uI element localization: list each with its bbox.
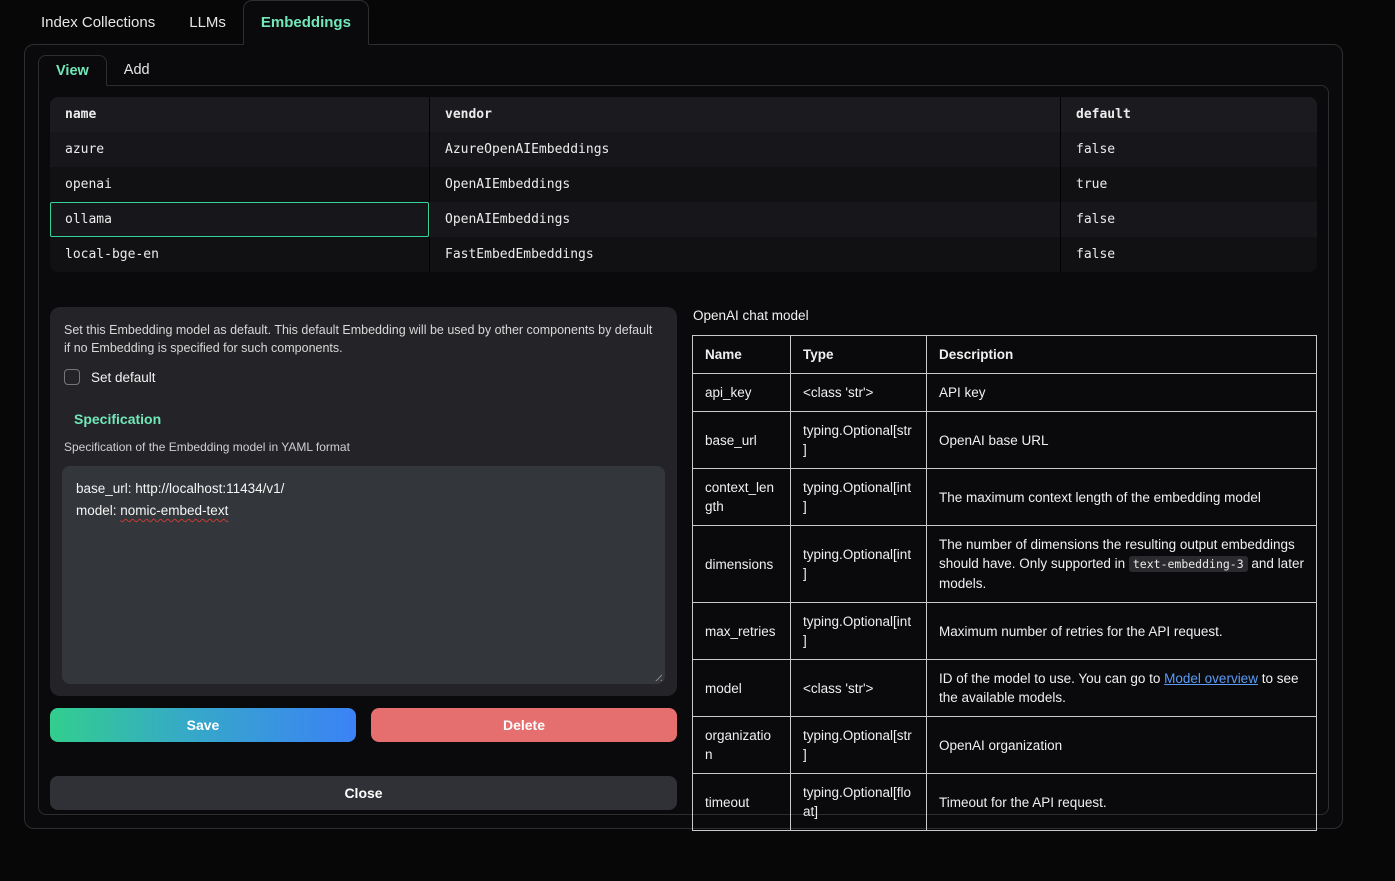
- table-cell: false: [1060, 202, 1317, 237]
- tab-add[interactable]: Add: [107, 55, 167, 85]
- set-default-checkbox[interactable]: [64, 369, 80, 385]
- table-row[interactable]: openaiOpenAIEmbeddingstrue: [50, 167, 1317, 202]
- param-name: max_retries: [693, 603, 791, 660]
- specification-heading: Specification: [74, 411, 665, 427]
- details-row: max_retriestyping.Optional[int]Maximum n…: [693, 603, 1317, 660]
- table-cell: openai: [50, 167, 429, 202]
- details-table-header: Name Type Description: [693, 336, 1317, 374]
- table-row[interactable]: local-bge-enFastEmbedEmbeddingsfalse: [50, 237, 1317, 272]
- specification-subheading: Specification of the Embedding model in …: [64, 440, 663, 454]
- param-name: organization: [693, 717, 791, 774]
- param-name: context_length: [693, 469, 791, 526]
- embeddings-panel: View Add name vendor default azureAzureO…: [24, 44, 1343, 829]
- table-cell: ollama: [50, 202, 429, 237]
- param-type: typing.Optional[float]: [791, 774, 927, 831]
- table-cell: local-bge-en: [50, 237, 429, 272]
- table-cell: OpenAIEmbeddings: [429, 167, 1060, 202]
- details-row: model<class 'str'>ID of the model to use…: [693, 660, 1317, 717]
- yaml-model-value: nomic-embed-text: [120, 503, 228, 518]
- set-default-checkbox-row[interactable]: Set default: [64, 369, 665, 385]
- param-description: Maximum number of retries for the API re…: [927, 603, 1317, 660]
- embeddings-table: name vendor default azureAzureOpenAIEmbe…: [50, 97, 1317, 272]
- details-row: dimensionstyping.Optional[int]The number…: [693, 526, 1317, 603]
- default-description: Set this Embedding model as default. Thi…: [64, 321, 660, 357]
- close-button[interactable]: Close: [50, 776, 677, 810]
- details-panel: OpenAI chat model Name Type Description …: [692, 307, 1317, 831]
- spec-yaml-textarea[interactable]: base_url: http://localhost:11434/v1/ mod…: [62, 466, 665, 684]
- embeddings-table-header: name vendor default: [50, 97, 1317, 132]
- tab-view[interactable]: View: [38, 55, 107, 86]
- param-type: <class 'str'>: [791, 660, 927, 717]
- yaml-line-2: model: nomic-embed-text: [76, 500, 651, 522]
- save-button[interactable]: Save: [50, 708, 356, 742]
- code-chip: text-embedding-3: [1129, 556, 1248, 572]
- param-name: model: [693, 660, 791, 717]
- details-row: organizationtyping.Optional[str]OpenAI o…: [693, 717, 1317, 774]
- table-row[interactable]: ollamaOpenAIEmbeddingsfalse: [50, 202, 1317, 237]
- param-description: Timeout for the API request.: [927, 774, 1317, 831]
- details-row: api_key<class 'str'>API key: [693, 374, 1317, 412]
- details-column-description: Description: [927, 336, 1317, 374]
- embeddings-table-body: azureAzureOpenAIEmbeddingsfalseopenaiOpe…: [50, 132, 1317, 272]
- param-description: The number of dimensions the resulting o…: [927, 526, 1317, 603]
- param-description: ID of the model to use. You can go to Mo…: [927, 660, 1317, 717]
- column-header-default: default: [1060, 97, 1317, 132]
- param-name: timeout: [693, 774, 791, 831]
- table-row[interactable]: azureAzureOpenAIEmbeddingsfalse: [50, 132, 1317, 167]
- param-type: typing.Optional[int]: [791, 469, 927, 526]
- model-overview-link[interactable]: Model overview: [1164, 671, 1258, 686]
- param-name: base_url: [693, 412, 791, 469]
- delete-button[interactable]: Delete: [371, 708, 677, 742]
- tab-llms[interactable]: LLMs: [172, 0, 243, 44]
- details-row: timeouttyping.Optional[float]Timeout for…: [693, 774, 1317, 831]
- param-type: typing.Optional[int]: [791, 526, 927, 603]
- table-cell: AzureOpenAIEmbeddings: [429, 132, 1060, 167]
- tab-embeddings[interactable]: Embeddings: [243, 0, 369, 45]
- param-description: The maximum context length of the embedd…: [927, 469, 1317, 526]
- table-cell: OpenAIEmbeddings: [429, 202, 1060, 237]
- resize-handle[interactable]: [652, 671, 662, 681]
- param-name: dimensions: [693, 526, 791, 603]
- column-header-name: name: [50, 97, 429, 132]
- yaml-line-1: base_url: http://localhost:11434/v1/: [76, 478, 651, 500]
- param-name: api_key: [693, 374, 791, 412]
- table-cell: FastEmbedEmbeddings: [429, 237, 1060, 272]
- param-type: typing.Optional[str]: [791, 412, 927, 469]
- details-table-body: api_key<class 'str'>API keybase_urltypin…: [693, 374, 1317, 831]
- column-header-vendor: vendor: [429, 97, 1060, 132]
- details-column-name: Name: [693, 336, 791, 374]
- default-panel: Set this Embedding model as default. Thi…: [50, 307, 677, 696]
- param-description: OpenAI organization: [927, 717, 1317, 774]
- param-type: typing.Optional[int]: [791, 603, 927, 660]
- tab-index-collections[interactable]: Index Collections: [24, 0, 172, 44]
- details-table: Name Type Description api_key<class 'str…: [692, 335, 1317, 831]
- sub-tab-bar: View Add: [38, 55, 1329, 85]
- details-row: base_urltyping.Optional[str]OpenAI base …: [693, 412, 1317, 469]
- details-row: context_lengthtyping.Optional[int]The ma…: [693, 469, 1317, 526]
- param-description: OpenAI base URL: [927, 412, 1317, 469]
- details-title: OpenAI chat model: [693, 308, 1317, 323]
- table-cell: false: [1060, 132, 1317, 167]
- view-panel: name vendor default azureAzureOpenAIEmbe…: [38, 85, 1329, 815]
- table-cell: true: [1060, 167, 1317, 202]
- param-type: typing.Optional[str]: [791, 717, 927, 774]
- param-type: <class 'str'>: [791, 374, 927, 412]
- set-default-label: Set default: [91, 370, 156, 385]
- param-description: API key: [927, 374, 1317, 412]
- details-column-type: Type: [791, 336, 927, 374]
- table-cell: azure: [50, 132, 429, 167]
- table-cell: false: [1060, 237, 1317, 272]
- top-tab-bar: Index Collections LLMs Embeddings: [0, 0, 1395, 44]
